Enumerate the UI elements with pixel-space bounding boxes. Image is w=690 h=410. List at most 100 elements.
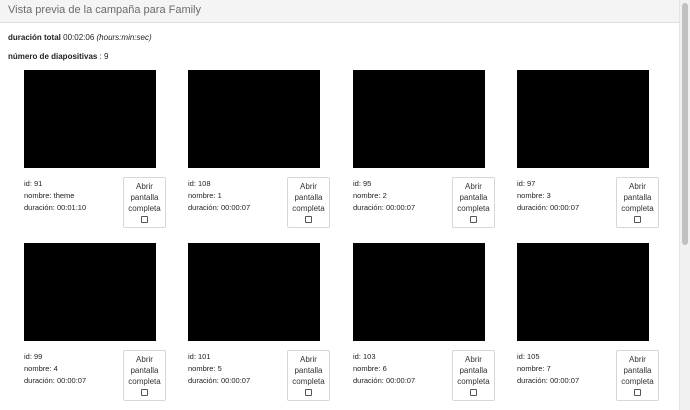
- slide-id: id: 103: [353, 352, 376, 361]
- open-fullscreen-button[interactable]: Abrir pantalla completa: [123, 177, 166, 228]
- slide-name: nombre: 4: [24, 364, 58, 373]
- slide-duration: duración: 00:01:10: [24, 203, 87, 212]
- slide-meta: id: 108 nombre: 1 duración: 00:00:07: [188, 178, 250, 214]
- slide-card: id: 91 nombre: theme duración: 00:01:10 Abr…: [24, 70, 174, 235]
- button-label-line: Abrir: [629, 182, 646, 191]
- button-label-line: pantalla: [130, 193, 159, 202]
- slide-count-value: 9: [104, 52, 109, 61]
- button-label-line: Abrir: [629, 355, 646, 364]
- open-fullscreen-button[interactable]: Abrir pantalla completa: [452, 350, 495, 401]
- slide-thumbnail: [353, 243, 485, 341]
- open-fullscreen-button[interactable]: Abrir pantalla completa: [287, 177, 330, 228]
- slide-card: id: 101 nombre: 5 duración: 00:00:07 Abrir p…: [188, 243, 338, 408]
- button-label-line: completa: [621, 377, 654, 386]
- slide-thumbnail: [24, 70, 156, 168]
- slide-duration: duración: 00:00:07: [353, 203, 416, 212]
- slide-id: id: 95: [353, 179, 372, 188]
- slide-card: id: 105 nombre: 7 duración: 00:00:07 Abrir p…: [517, 243, 667, 408]
- fullscreen-icon: [470, 216, 477, 223]
- slide-meta: id: 103 nombre: 6 duración: 00:00:07: [353, 351, 415, 387]
- slide-name: nombre: 2: [353, 191, 387, 200]
- slide-card: id: 97 nombre: 3 duración: 00:00:07 Abrir pa…: [517, 70, 667, 235]
- slide-id: id: 101: [188, 352, 211, 361]
- button-label-line: completa: [128, 204, 161, 213]
- slide-meta: id: 105 nombre: 7 duración: 00:00:07: [517, 351, 579, 387]
- slide-card: id: 99 nombre: 4 duración: 00:00:07 Abrir pa…: [24, 243, 174, 408]
- button-label-line: pantalla: [623, 366, 652, 375]
- slide-thumbnail: [353, 70, 485, 168]
- total-duration: duración total 00:02:06 (hours:min:sec): [8, 33, 152, 42]
- slide-duration: duración: 00:00:07: [24, 376, 87, 385]
- slide-name: nombre: theme: [24, 191, 75, 200]
- slide-card: id: 108 nombre: 1 duración: 00:00:07 Abrir p…: [188, 70, 338, 235]
- scrollbar-thumb[interactable]: [682, 3, 688, 245]
- button-label-line: pantalla: [294, 366, 323, 375]
- slide-meta: id: 99 nombre: 4 duración: 00:00:07: [24, 351, 86, 387]
- total-duration-unit: (hours:min:sec): [96, 33, 152, 42]
- button-label-line: completa: [128, 377, 161, 386]
- slide-thumbnail: [24, 243, 156, 341]
- slide-id: id: 91: [24, 179, 43, 188]
- slide-card: id: 103 nombre: 6 duración: 00:00:07 Abrir p…: [353, 243, 503, 408]
- button-label-line: pantalla: [459, 193, 488, 202]
- button-label-line: Abrir: [300, 355, 317, 364]
- button-label-line: Abrir: [300, 182, 317, 191]
- slide-id: id: 108: [188, 179, 211, 188]
- button-label-line: completa: [621, 204, 654, 213]
- fullscreen-icon: [305, 216, 312, 223]
- slide-duration: duración: 00:00:07: [353, 376, 416, 385]
- slide-id: id: 97: [517, 179, 536, 188]
- slide-name: nombre: 6: [353, 364, 387, 373]
- button-label-line: pantalla: [130, 366, 159, 375]
- button-label-line: pantalla: [294, 193, 323, 202]
- slide-meta: id: 97 nombre: 3 duración: 00:00:07: [517, 178, 579, 214]
- slide-thumbnail: [517, 243, 649, 341]
- fullscreen-icon: [634, 389, 641, 396]
- slide-meta: id: 95 nombre: 2 duración: 00:00:07: [353, 178, 415, 214]
- total-duration-label: duración total: [8, 33, 61, 42]
- vertical-scrollbar[interactable]: [679, 0, 690, 410]
- slide-count: número de diapositivas : 9: [8, 52, 108, 61]
- slide-id: id: 99: [24, 352, 43, 361]
- slide-duration: duración: 00:00:07: [188, 376, 251, 385]
- slide-name: nombre: 7: [517, 364, 551, 373]
- slide-meta: id: 91 nombre: theme duración: 00:01:10: [24, 178, 86, 214]
- button-label-line: Abrir: [136, 182, 153, 191]
- window-header: Vista previa de la campaña para Family: [0, 0, 680, 23]
- open-fullscreen-button[interactable]: Abrir pantalla completa: [616, 350, 659, 401]
- fullscreen-icon: [470, 389, 477, 396]
- slide-thumbnail: [188, 70, 320, 168]
- slide-duration: duración: 00:00:07: [517, 203, 580, 212]
- slide-name: nombre: 1: [188, 191, 222, 200]
- button-label-line: Abrir: [136, 355, 153, 364]
- button-label-line: Abrir: [465, 182, 482, 191]
- preview-content: duración total 00:02:06 (hours:min:sec) …: [0, 23, 680, 410]
- slide-name: nombre: 5: [188, 364, 222, 373]
- button-label-line: pantalla: [623, 193, 652, 202]
- open-fullscreen-button[interactable]: Abrir pantalla completa: [616, 177, 659, 228]
- slide-count-label: número de diapositivas: [8, 52, 98, 61]
- button-label-line: completa: [292, 377, 325, 386]
- slide-meta: id: 101 nombre: 5 duración: 00:00:07: [188, 351, 250, 387]
- fullscreen-icon: [141, 389, 148, 396]
- button-label-line: Abrir: [465, 355, 482, 364]
- slide-thumbnail: [188, 243, 320, 341]
- page-title: Vista previa de la campaña para Family: [8, 4, 202, 16]
- fullscreen-icon: [634, 216, 641, 223]
- slide-id: id: 105: [517, 352, 540, 361]
- slide-duration: duración: 00:00:07: [188, 203, 251, 212]
- button-label-line: pantalla: [459, 366, 488, 375]
- open-fullscreen-button[interactable]: Abrir pantalla completa: [287, 350, 330, 401]
- total-duration-value: 00:02:06: [63, 33, 95, 42]
- button-label-line: completa: [292, 204, 325, 213]
- slide-card: id: 95 nombre: 2 duración: 00:00:07 Abrir pa…: [353, 70, 503, 235]
- button-label-line: completa: [457, 377, 490, 386]
- slide-name: nombre: 3: [517, 191, 551, 200]
- button-label-line: completa: [457, 204, 490, 213]
- fullscreen-icon: [141, 216, 148, 223]
- slide-duration: duración: 00:00:07: [517, 376, 580, 385]
- open-fullscreen-button[interactable]: Abrir pantalla completa: [123, 350, 166, 401]
- fullscreen-icon: [305, 389, 312, 396]
- slide-thumbnail: [517, 70, 649, 168]
- open-fullscreen-button[interactable]: Abrir pantalla completa: [452, 177, 495, 228]
